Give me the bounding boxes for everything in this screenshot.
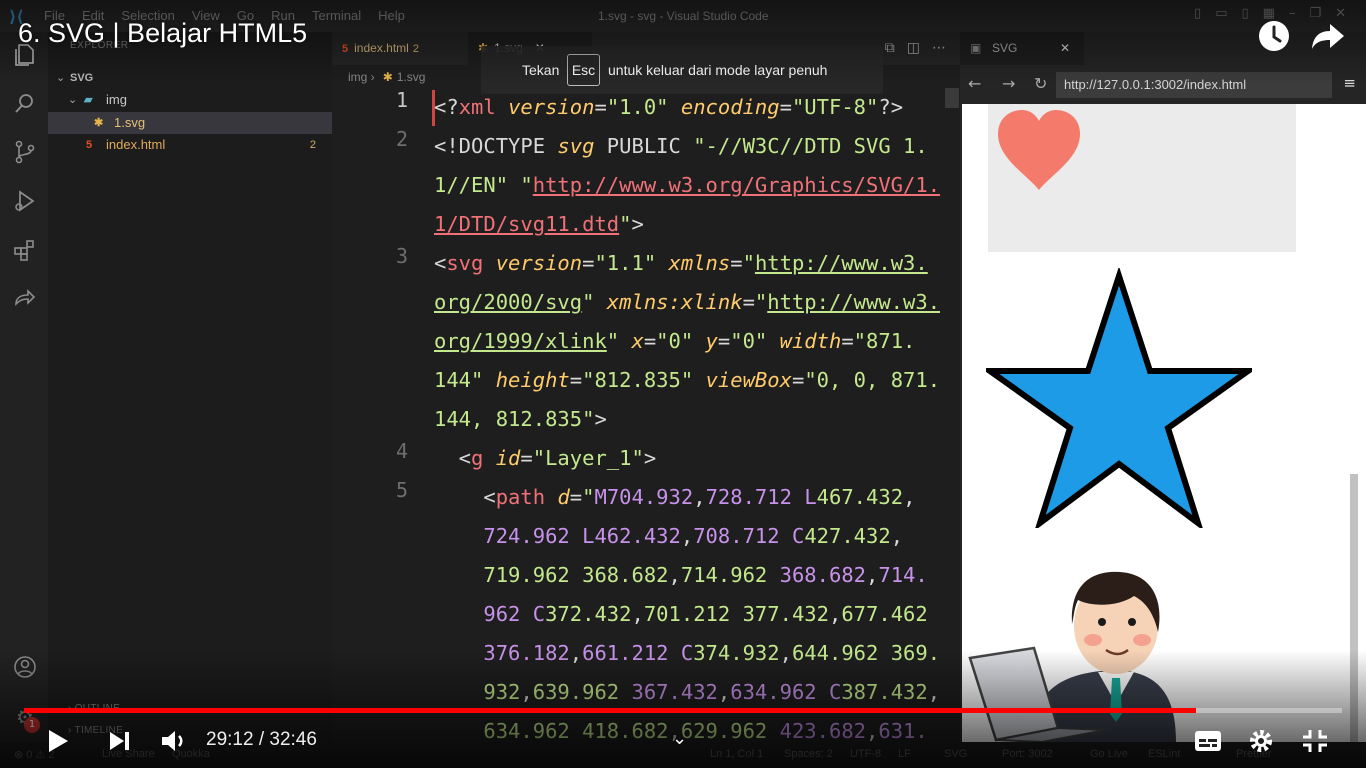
next-video-icon[interactable] [108, 730, 132, 756]
status-encoding[interactable]: UTF-8 [850, 748, 881, 760]
code-line-path-wrap: 719.962 368.682,714.962 368.682,714. [483, 563, 928, 587]
tree-root-svg[interactable]: ⌄ SVG [48, 67, 332, 89]
toggle-sidebar-icon[interactable]: ▯ [1194, 6, 1201, 21]
status-spaces[interactable]: Spaces: 2 [784, 748, 833, 760]
code-line-svg-wrap: 144, 812.835"> [434, 407, 607, 431]
code-line-g: <g id="Layer_1"> [434, 446, 657, 470]
tree-file-1svg[interactable]: ✱ 1.svg [48, 112, 332, 134]
code-line-svg-wrap: org/2000/svg" xmlns:xlink="http://www.w3… [434, 290, 941, 314]
play-icon[interactable] [46, 728, 70, 758]
html5-file-icon: 5 [342, 43, 349, 55]
tree-folder-img[interactable]: ⌄ ▰ img [48, 89, 332, 111]
menu-terminal[interactable]: Terminal [312, 8, 361, 23]
video-title[interactable]: 6. SVG | Belajar HTML5 [18, 18, 307, 49]
status-language[interactable]: SVG [944, 748, 967, 760]
status-eol[interactable]: LF [898, 748, 911, 760]
video-progress-bar[interactable] [24, 708, 1342, 713]
browser-preview-pane: ▣ SVG ✕ ← → ↻ http://127.0.0.1:3002/inde… [960, 32, 1366, 742]
code-line-svg-wrap: 144" height="812.835" viewBox="0, 0, 871… [434, 368, 941, 392]
code-line-path-wrap: 932,639.962 367.432,634.962 C387.432, [483, 680, 941, 704]
editor-scrollbar[interactable] [945, 88, 959, 108]
account-icon[interactable] [12, 654, 38, 680]
svg-file-icon: ✱ [94, 117, 104, 129]
close-icon[interactable]: ✕ [1060, 32, 1070, 65]
volume-icon[interactable] [160, 728, 188, 758]
browser-tab-icon: ▣ [970, 41, 982, 55]
settings-gear-icon[interactable] [1248, 728, 1274, 758]
share-arrow-icon[interactable] [1310, 18, 1346, 54]
open-preview-icon[interactable]: ⧉ [885, 40, 895, 56]
code-line-doctype-wrap: 1//EN" "http://www.w3.org/Graphics/SVG/1… [434, 173, 941, 197]
window-title: 1.svg - svg - Visual Studio Code [598, 9, 769, 23]
status-eslint[interactable]: ESLint [1148, 748, 1180, 760]
browser-nav-bar: ← → ↻ http://127.0.0.1:3002/index.html ≡ [960, 68, 1366, 102]
chevron-down-icon: ⌄ [68, 94, 78, 106]
editor-actions: ⧉ ◫ ⋯ [885, 40, 946, 56]
settings-update-badge: 1 [24, 717, 40, 733]
hamburger-menu-icon[interactable]: ≡ [1343, 74, 1356, 92]
problems-count: 2 [309, 139, 316, 151]
code-line-path-wrap: 376.182,661.212 C374.932,644.962 369. [483, 641, 941, 665]
status-go-live[interactable]: Go Live [1090, 748, 1128, 760]
chevron-down-icon: ⌄ [56, 72, 66, 84]
menu-help[interactable]: Help [378, 8, 405, 23]
code-line-path: <path d="M704.932,728.712 L467.432, [434, 485, 916, 509]
heart-shape [998, 110, 1080, 190]
code-line-doctype-wrap: 1/DTD/svg11.dtd"> [434, 212, 644, 236]
exit-fullscreen-icon[interactable] [1302, 729, 1328, 757]
code-line-path-wrap: 724.962 L462.432,708.712 C427.432, [483, 524, 904, 548]
activity-bar: ⚙ [0, 32, 48, 742]
svg-file-icon: ✱ [382, 70, 393, 84]
time-display: 29:12 / 32:46 [206, 729, 317, 750]
more-actions-icon[interactable]: ⋯ [932, 40, 946, 56]
code-line-doctype: <!DOCTYPE svg PUBLIC "-//W3C//DTD SVG 1. [434, 134, 928, 158]
forward-arrow-icon[interactable]: → [1002, 74, 1015, 93]
line-number: 2 [395, 127, 408, 151]
search-icon[interactable] [12, 90, 38, 116]
video-progress-played [24, 708, 1196, 713]
fullscreen-exit-toast: Tekan Esc untuk keluar dari mode layar p… [481, 46, 883, 94]
live-share-icon[interactable] [12, 286, 38, 312]
code-line-svg-open: <svg version="1.1" xmlns="http://www.w3. [434, 251, 928, 275]
code-line-svg-wrap: org/1999/xlink" x="0" y="0" width="871. [434, 329, 916, 353]
run-debug-icon[interactable] [12, 188, 38, 214]
status-position[interactable]: Ln 1, Col 1 [710, 748, 763, 760]
source-control-icon[interactable] [12, 139, 38, 165]
status-port[interactable]: Port: 3002 [1002, 748, 1053, 760]
line-number: 1 [395, 88, 408, 112]
browser-page [962, 104, 1366, 742]
split-editor-icon[interactable]: ◫ [907, 40, 920, 56]
html5-file-icon: 5 [86, 139, 93, 151]
folder-icon: ▰ [84, 94, 93, 106]
browser-scrollbar[interactable] [1350, 474, 1358, 742]
browser-url-field[interactable]: http://127.0.0.1:3002/index.html [1056, 72, 1332, 98]
code-line-path-wrap: 962 C372.432,701.212 377.432,677.462 [483, 602, 928, 626]
back-arrow-icon[interactable]: ← [968, 74, 981, 93]
breadcrumb: img › ✱ 1.svg [348, 70, 426, 84]
chevron-down-icon[interactable]: ⌄ [672, 728, 687, 749]
subtitles-icon[interactable] [1194, 730, 1222, 756]
explorer-sidebar: EXPLORER ⌄ SVG ⌄ ▰ img ✱ 1.svg 5 index.h… [48, 32, 332, 742]
watch-later-clock-icon[interactable] [1256, 18, 1292, 54]
line-number: 3 [395, 244, 408, 268]
extensions-icon[interactable] [12, 237, 38, 263]
tab-index-html[interactable]: 5 index.html 2 [332, 32, 464, 65]
toggle-secondary-icon[interactable]: ▯ [1241, 6, 1248, 21]
line-number: 4 [395, 439, 408, 463]
tree-file-index[interactable]: 5 index.html 2 [48, 134, 332, 156]
editor-area: 5index.html2 ✱1.svg✕ ⧉ ◫ ⋯ img ›✱1.svg 1… [332, 32, 960, 742]
reload-icon[interactable]: ↻ [1034, 74, 1047, 93]
toggle-panel-icon[interactable]: ▭ [1215, 6, 1227, 21]
esc-key-badge: Esc [567, 54, 600, 86]
browser-tab[interactable]: ▣ SVG ✕ [960, 32, 1084, 65]
line-number: 5 [395, 478, 408, 502]
code-editor[interactable]: 1 2 3 4 5 <?xml version="1.0" encoding="… [332, 88, 960, 742]
star-shape [986, 268, 1252, 528]
